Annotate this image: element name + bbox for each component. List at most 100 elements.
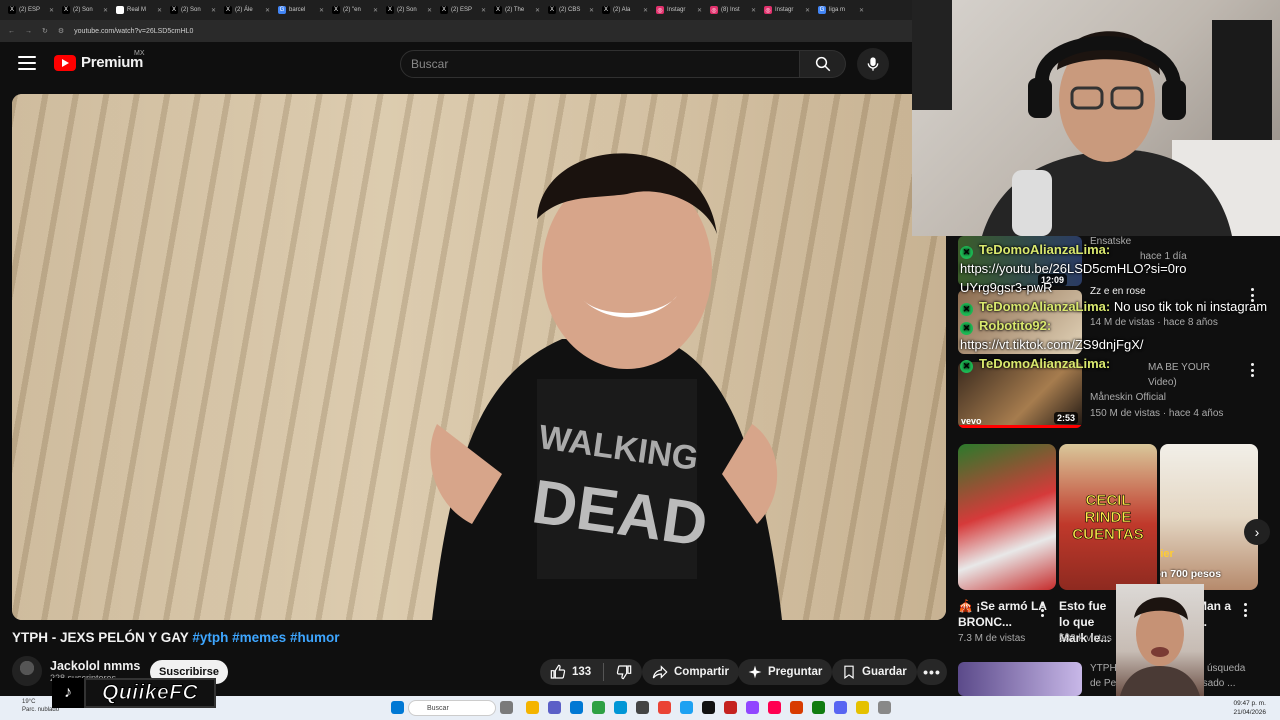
close-tab-icon[interactable]: ✕ [859,7,864,14]
browser-tab[interactable]: ◎ Instagr ✕ [652,2,706,18]
tiktok-app-icon[interactable] [768,701,781,714]
task-view-icon[interactable] [500,701,513,714]
channel-avatar[interactable] [12,656,42,686]
close-tab-icon[interactable]: ✕ [697,7,702,14]
voice-search-button[interactable] [857,48,889,80]
close-tab-icon[interactable]: ✕ [265,7,270,14]
reload-icon[interactable]: ↻ [42,27,48,35]
telegram-icon[interactable] [614,701,627,714]
browser-tab[interactable]: Gliga m ✕ [814,2,868,18]
close-tab-icon[interactable]: ✕ [211,7,216,14]
browser-tab[interactable]: X (2) Ala ✕ [598,2,652,18]
browser-tab[interactable]: X (2) The ✕ [490,2,544,18]
start-menu-icon[interactable] [391,701,404,714]
more-options-icon[interactable] [1244,603,1248,617]
close-tab-icon[interactable]: ✕ [643,7,648,14]
close-tab-icon[interactable]: ✕ [751,7,756,14]
video-player[interactable]: WALKING DEAD [12,94,946,620]
share-button[interactable]: Compartir [642,659,739,685]
close-tab-icon[interactable]: ✕ [157,7,162,14]
short-card-3[interactable]: Rompió su cel con 700 pesos Javier [1160,444,1258,590]
browser-tab[interactable]: X (2) "en ✕ [328,2,382,18]
chat-message: ✕ Robotito92: [960,316,1280,335]
check-badge-icon: ✕ [960,322,973,335]
browser-tab[interactable]: Gbarcel ✕ [274,2,328,18]
rec-thumbnail-4[interactable] [958,662,1082,696]
close-tab-icon[interactable]: ✕ [589,7,594,14]
copilot-icon[interactable] [548,701,561,714]
app-icon[interactable] [680,701,693,714]
rec-title-5[interactable]: úsqueda [1207,663,1245,674]
settings-icon[interactable] [878,701,891,714]
tab-favicon-icon: X [602,6,610,14]
check-badge-icon: ✕ [960,360,973,373]
youtube-premium-logo[interactable]: Premium MX [54,50,145,71]
short-card-2[interactable]: CECIL RINDE CUENTAS [1059,444,1157,590]
tab-label: (2) The [505,7,525,13]
taskbar-clock[interactable]: 09:47 p. m. 21/04/2026 [1233,699,1266,717]
browser-tab[interactable]: X (2) Son ✕ [166,2,220,18]
file-explorer-icon[interactable] [526,701,539,714]
search-input[interactable]: Buscar [400,50,800,78]
close-tab-icon[interactable]: ✕ [427,7,432,14]
close-tab-icon[interactable]: ✕ [373,7,378,14]
browser-tab[interactable]: ◎ Instagr ✕ [760,2,814,18]
forward-icon[interactable]: → [25,28,32,35]
hashtag-link[interactable]: #humor [290,630,340,645]
app-icon[interactable] [636,701,649,714]
chrome-icon[interactable] [658,701,671,714]
app-icon[interactable] [856,701,869,714]
more-actions-button[interactable]: ••• [917,659,947,685]
thumbs-up-icon[interactable] [550,664,566,680]
close-tab-icon[interactable]: ✕ [103,7,108,14]
obs-icon[interactable] [746,701,759,714]
app-icon[interactable] [702,701,715,714]
ask-button[interactable]: Preguntar [738,659,833,685]
tab-favicon-icon: X [548,6,556,14]
browser-tab[interactable]: X (2) ESP ✕ [436,2,490,18]
like-count[interactable]: 133 [572,666,591,678]
taskbar-search[interactable]: Buscar [408,700,496,716]
stream-chat-overlay: ✕ TeDomoAlianzaLima: https://youtu.be/26L… [960,240,1280,373]
browser-tab[interactable]: X (2) Son ✕ [58,2,112,18]
hashtag-link[interactable]: #ytph [192,630,228,645]
browser-tab[interactable]: X (2) Son ✕ [382,2,436,18]
channel-name[interactable]: Jackolol nmms [50,659,140,673]
address-bar[interactable]: ← → ↻ ⚙ youtube.com/watch?v=26LSD5cmHL0 [0,20,912,42]
close-tab-icon[interactable]: ✕ [481,7,486,14]
close-tab-icon[interactable]: ✕ [535,7,540,14]
close-tab-icon[interactable]: ✕ [319,7,324,14]
short-title-1[interactable]: 🎪 ¡Se armó LA BRONC... [958,598,1050,630]
next-shorts-button[interactable]: › [1244,519,1270,545]
browser-tab[interactable]: ◎ (8) Inst ✕ [706,2,760,18]
save-button[interactable]: Guardar [832,659,917,685]
url-text[interactable]: youtube.com/watch?v=26LSD5cmHL0 [74,28,193,35]
browser-tab[interactable]: ● Real M ✕ [112,2,166,18]
rec-title-3b[interactable]: Video) [1148,377,1177,388]
rec-title-4[interactable]: YTPH [1090,663,1117,674]
close-tab-icon[interactable]: ✕ [805,7,810,14]
app-icon[interactable] [724,701,737,714]
back-icon[interactable]: ← [8,28,15,35]
app-icon[interactable] [592,701,605,714]
app-icon[interactable] [790,701,803,714]
youtube-play-icon [54,54,76,71]
browser-tab[interactable]: X (2) ESP ✕ [4,2,58,18]
search-button[interactable] [800,50,846,78]
chat-message: ✕ TeDomoAlianzaLima: [960,240,1280,259]
hamburger-menu-icon[interactable] [18,56,36,70]
thumbs-down-icon[interactable] [616,664,632,680]
site-info-icon[interactable]: ⚙ [58,27,64,35]
app-icon[interactable] [812,701,825,714]
browser-tab[interactable]: X (2) Ále ✕ [220,2,274,18]
close-tab-icon[interactable]: ✕ [49,7,54,14]
discord-icon[interactable] [834,701,847,714]
more-options-icon[interactable] [1041,603,1045,617]
hashtag-link[interactable]: #memes [232,630,286,645]
browser-tab[interactable]: X (2) CBS ✕ [544,2,598,18]
short-card-1[interactable] [958,444,1056,590]
chat-text: https://vt.tiktok.com/ZS9dnjFgX/ [960,337,1144,352]
tab-label: (2) Son [397,7,417,13]
tab-favicon-icon: X [386,6,394,14]
edge-icon[interactable] [570,701,583,714]
